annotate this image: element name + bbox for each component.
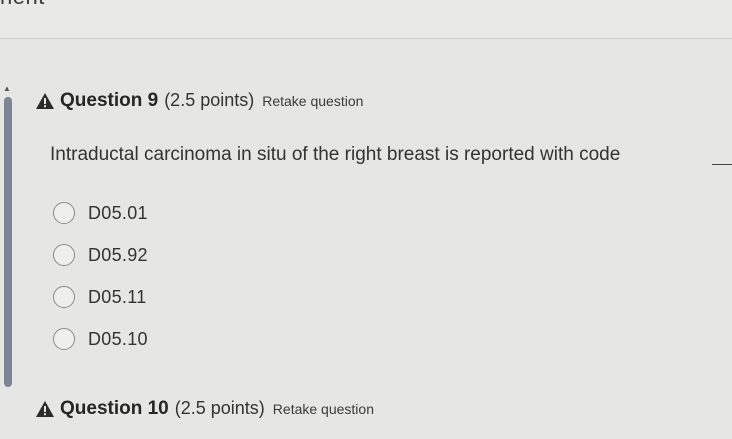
retake-question-10-link[interactable]: Retake question xyxy=(273,401,374,417)
question-10-header: Question 10 (2.5 points) Retake question xyxy=(36,398,374,420)
page-heading-partial: nent xyxy=(0,0,45,10)
radio-button[interactable] xyxy=(53,286,75,308)
question-9-prompt: Intraductal carcinoma in situ of the rig… xyxy=(50,144,621,165)
option-2[interactable]: D05.92 xyxy=(53,244,148,266)
option-label: D05.10 xyxy=(88,328,148,349)
radio-button[interactable] xyxy=(53,328,75,350)
question-9-points: (2.5 points) xyxy=(164,90,255,110)
progress-rail xyxy=(4,97,12,387)
scroll-up-icon[interactable]: ▲ xyxy=(3,84,11,93)
option-label: D05.01 xyxy=(88,202,148,223)
option-3[interactable]: D05.11 xyxy=(53,286,147,308)
option-4[interactable]: D05.10 xyxy=(53,328,148,350)
warning-icon xyxy=(36,93,54,109)
radio-button[interactable] xyxy=(53,244,75,266)
warning-icon xyxy=(36,401,54,417)
option-1[interactable]: D05.01 xyxy=(53,202,148,224)
option-label: D05.92 xyxy=(88,244,148,265)
question-9-title: Question 9 xyxy=(60,90,159,111)
retake-question-9-link[interactable]: Retake question xyxy=(262,93,363,109)
question-9-header: Question 9 (2.5 points) Retake question xyxy=(36,90,363,112)
option-label: D05.11 xyxy=(88,286,147,307)
answer-blank xyxy=(712,163,732,165)
top-strip: nent xyxy=(0,0,732,39)
radio-button[interactable] xyxy=(53,202,75,224)
question-10-title: Question 10 xyxy=(60,398,169,419)
question-10-points: (2.5 points) xyxy=(174,398,265,418)
